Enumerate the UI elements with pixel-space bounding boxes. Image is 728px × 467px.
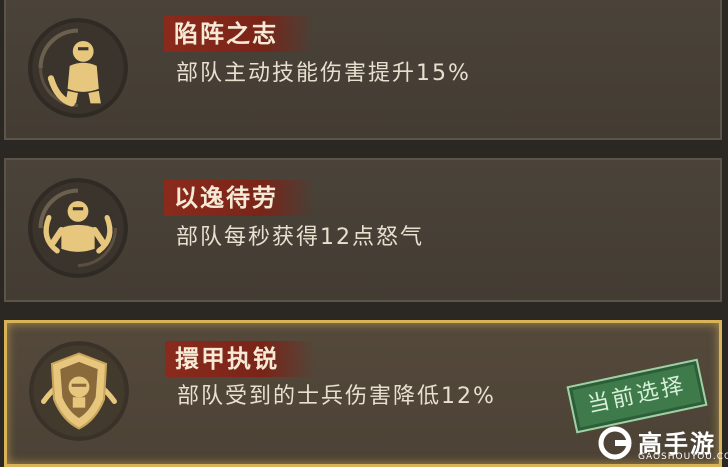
armored-soldier-icon — [28, 18, 128, 118]
skill-card-2[interactable]: 以逸待劳 部队每秒获得12点怒气 — [4, 158, 722, 302]
skill-card-1[interactable]: 陷阵之志 部队主动技能伤害提升15% — [4, 0, 722, 140]
brand-logo-icon — [598, 426, 632, 460]
watermark: 高手游 GAOSHOUYOU.COM — [598, 424, 728, 464]
skill-description: 部队受到的士兵伤害降低12% — [177, 384, 496, 409]
skill-description: 部队每秒获得12点怒气 — [176, 225, 424, 250]
watermark-domain: GAOSHOUYOU.COM — [638, 452, 728, 462]
skill-title: 擐甲执锐 — [165, 341, 315, 377]
shield-helmet-icon — [29, 341, 129, 441]
resting-soldier-icon — [28, 178, 128, 278]
skill-description: 部队主动技能伤害提升15% — [176, 61, 471, 86]
skill-title: 以逸待劳 — [164, 180, 314, 216]
skill-title: 陷阵之志 — [164, 16, 314, 52]
